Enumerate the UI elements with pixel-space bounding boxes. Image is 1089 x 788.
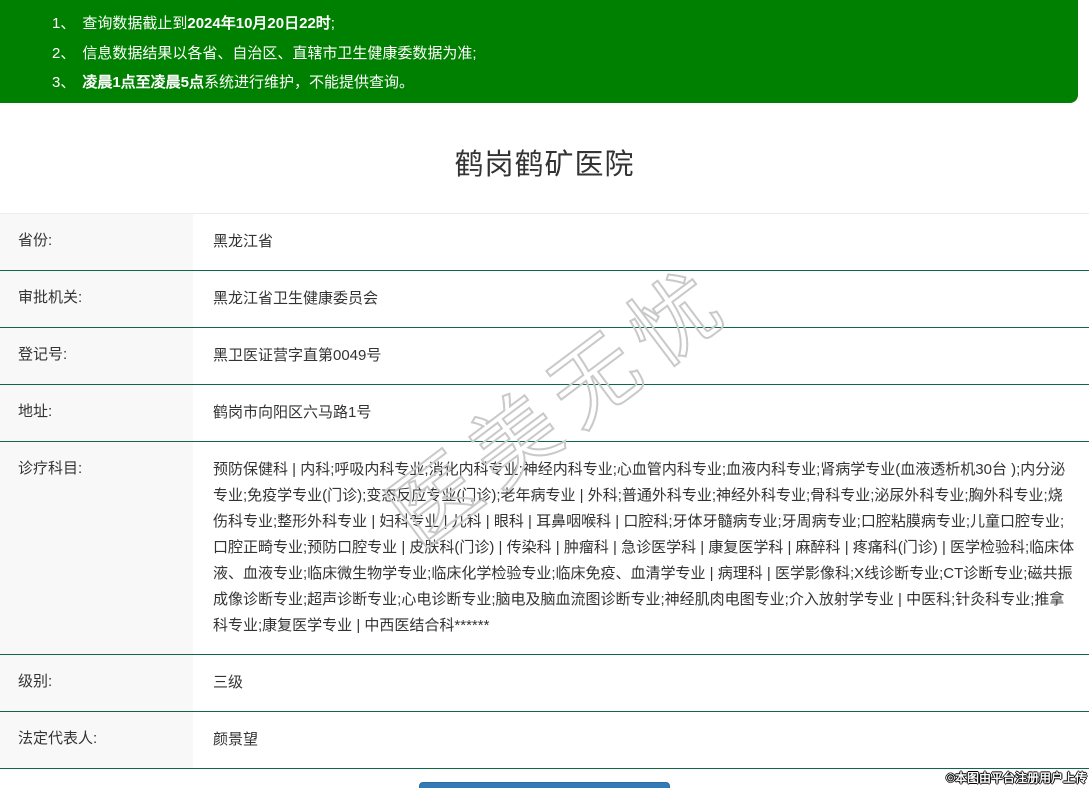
row-value-level: 三级 — [193, 655, 1089, 711]
notice-line-2-text: 信息数据结果以各省、自治区、直辖市卫生健康委数据为准; — [82, 45, 476, 62]
close-window-button[interactable]: 〖关闭窗口〗 — [419, 782, 670, 788]
row-value-approval-authority: 黑龙江省卫生健康委员会 — [193, 271, 1089, 327]
table-row-address: 地址: 鹤岗市向阳区六马路1号 — [0, 385, 1089, 442]
table-row-province: 省份: 黑龙江省 — [0, 214, 1089, 271]
table-row-level: 级别: 三级 — [0, 655, 1089, 712]
notice-line-1: 1、查询数据截止到2024年10月20日22时; — [52, 9, 1058, 39]
notice-banner: 1、查询数据截止到2024年10月20日22时; 2、信息数据结果以各省、自治区… — [0, 0, 1078, 103]
row-value-legal-representative: 颜景望 — [193, 712, 1089, 768]
notice-line-3-tail: 系统进行维护，不能提供查询。 — [204, 74, 414, 91]
row-label-registration-number: 登记号: — [0, 328, 193, 384]
row-value-province: 黑龙江省 — [193, 214, 1089, 270]
notice-line-3: 3、凌晨1点至凌晨5点系统进行维护，不能提供查询。 — [52, 68, 1058, 98]
image-credit-text: ©本图由平台注册用户上传 — [946, 769, 1087, 786]
hospital-info-table: 省份: 黑龙江省 审批机关: 黑龙江省卫生健康委员会 登记号: 黑卫医证营字直第… — [0, 213, 1089, 769]
row-label-approval-authority: 审批机关: — [0, 271, 193, 327]
button-bar: 〖关闭窗口〗 — [0, 782, 1089, 788]
notice-line-1-number: 1、 — [52, 15, 82, 32]
row-value-address: 鹤岗市向阳区六马路1号 — [193, 385, 1089, 441]
row-label-province: 省份: — [0, 214, 193, 270]
notice-line-1-text: 查询数据截止到 — [82, 15, 187, 32]
notice-line-1-bold: 2024年10月20日22时 — [187, 15, 330, 32]
table-row-legal-representative: 法定代表人: 颜景望 — [0, 712, 1089, 769]
row-label-medical-subjects: 诊疗科目: — [0, 442, 193, 654]
row-label-address: 地址: — [0, 385, 193, 441]
notice-line-3-number: 3、 — [52, 74, 82, 91]
notice-line-2-number: 2、 — [52, 45, 82, 62]
page-title: 鹤岗鹤矿医院 — [0, 103, 1089, 213]
row-value-medical-subjects: 预防保健科 | 内科;呼吸内科专业;消化内科专业;神经内科专业;心血管内科专业;… — [193, 442, 1089, 654]
hospital-info-page: 1、查询数据截止到2024年10月20日22时; 2、信息数据结果以各省、自治区… — [0, 0, 1089, 788]
table-row-medical-subjects: 诊疗科目: 预防保健科 | 内科;呼吸内科专业;消化内科专业;神经内科专业;心血… — [0, 442, 1089, 655]
notice-line-3-bold: 凌晨1点至凌晨5点 — [82, 74, 204, 91]
row-value-registration-number: 黑卫医证营字直第0049号 — [193, 328, 1089, 384]
notice-line-2: 2、信息数据结果以各省、自治区、直辖市卫生健康委数据为准; — [52, 39, 1058, 69]
table-row-approval-authority: 审批机关: 黑龙江省卫生健康委员会 — [0, 271, 1089, 328]
row-label-level: 级别: — [0, 655, 193, 711]
notice-line-1-tail: ; — [331, 15, 335, 32]
row-label-legal-representative: 法定代表人: — [0, 712, 193, 768]
table-row-registration-number: 登记号: 黑卫医证营字直第0049号 — [0, 328, 1089, 385]
